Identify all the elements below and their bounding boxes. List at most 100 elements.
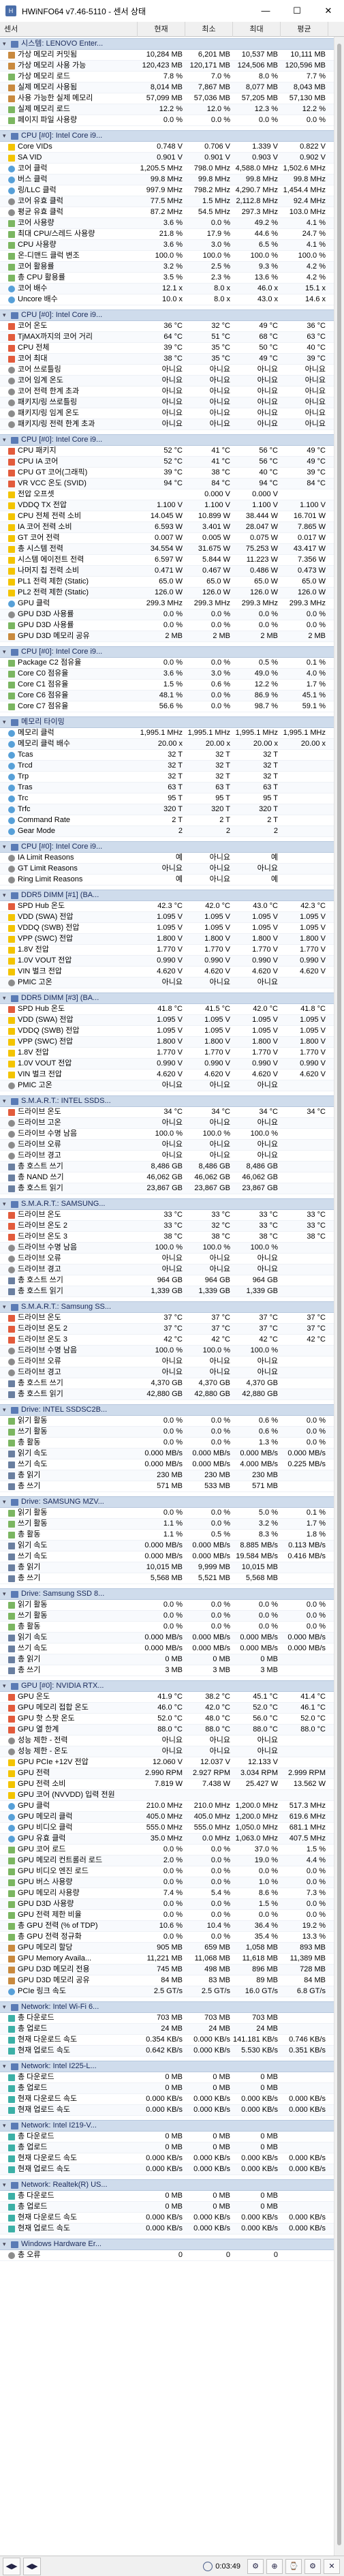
sensor-row[interactable]: Core C6 점유율 48.1 % 0.0 % 86.9 % 45.1 % <box>0 691 334 701</box>
sensor-row[interactable]: 총 호스트 읽기 23,867 GB 23,867 GB 23,867 GB <box>0 1183 334 1194</box>
add-button[interactable]: ⊕ <box>266 2558 283 2574</box>
column-header-sensor[interactable]: 센서 <box>0 21 138 37</box>
sensor-row[interactable]: PL2 전력 제한 (Static) 126.0 W 126.0 W 126.0 W1… <box>0 588 334 598</box>
sensor-row[interactable]: Core C7 점유율 56.6 % 0.0 % 98.7 % 59.1 % <box>0 701 334 712</box>
sensor-row[interactable]: CPU 전체 39 °C 35 °C 50 °C 40 °C <box>0 343 334 354</box>
nav-left-button[interactable]: ◀▶ <box>3 2557 20 2575</box>
nav-right-button[interactable]: ◀▶ <box>23 2557 41 2575</box>
sensor-row[interactable]: 총 쓰기 5,568 MB 5,521 MB 5,568 MB <box>0 1573 334 1584</box>
sensor-group-header[interactable]: ▾ S.M.A.R.T.: Samsung SS... <box>0 1301 334 1313</box>
sensor-row[interactable]: 총 읽기 10,015 MB 9,999 MB 10,015 MB <box>0 1562 334 1573</box>
sensor-group-header[interactable]: ▾ 시스템: LENOVO Enter... <box>0 38 334 50</box>
sensor-row[interactable]: 총 호스트 쓰기 4,370 GB 4,370 GB 4,370 GB <box>0 1378 334 1389</box>
sensor-row[interactable]: 현재 다운로드 속도 0.354 KB/s 0.000 KB/s 141.181 KB… <box>0 2035 334 2046</box>
sensor-row[interactable]: GPU 비디오 엔진 로드 0.0 % 0.0 % 0.0 % 0.0 % <box>0 1866 334 1877</box>
sensor-row[interactable]: 총 NAND 쓰기 46,062 GB 46,062 GB 46,062 GB <box>0 1172 334 1183</box>
sensor-row[interactable]: 드라이브 수명 남음 100.0 % 100.0 % 100.0 % <box>0 1346 334 1357</box>
sensor-row[interactable]: 링/LLC 클럭 997.9 MHz 798.2 MHz 4,290.7 MHz 1,4… <box>0 185 334 196</box>
sensor-row[interactable]: 읽기 속도 0.000 MB/s 0.000 MB/s 8.885 MB/s 0.113… <box>0 1541 334 1551</box>
sensor-row[interactable]: GPU Memory Availa... 11,221 MB 11,068 MB 11… <box>0 1954 334 1965</box>
sensor-row[interactable]: VPP (SWC) 전압 1.800 V 1.800 V 1.800 V 1.800 V <box>0 1037 334 1048</box>
sensor-row[interactable]: 페이지 파일 사용량 0.0 % 0.0 % 0.0 % 0.0 % <box>0 115 334 126</box>
sensor-row[interactable]: CPU 전체 전력 소비 14.045 W 10.899 W 38.444 W 16.7… <box>0 511 334 522</box>
sensor-row[interactable]: VDDQ (SWB) 전압 1.095 V 1.095 V 1.095 V 1.095 … <box>0 1026 334 1037</box>
sensor-row[interactable]: PMIC 고온 아니요 아니요 아니요 <box>0 1080 334 1091</box>
sensor-row[interactable]: PMIC 고온 아니요 아니요 아니요 <box>0 978 334 988</box>
collapse-toggle-icon[interactable]: ▾ <box>3 2180 10 2190</box>
sensor-row[interactable]: GPU 코어 (NVVDD) 입력 전원 <box>0 1790 334 1801</box>
sensor-row[interactable]: 현재 다운로드 속도 0.000 KB/s 0.000 KB/s 0.000 KB/s… <box>0 2094 334 2105</box>
sensor-row[interactable]: 총 오류 0 0 0 <box>0 2250 334 2261</box>
sensor-group-header[interactable]: ▾ Drive: Samsung SSD 8... <box>0 1588 334 1600</box>
maximize-button[interactable]: ☐ <box>281 0 313 22</box>
sensor-row[interactable]: 총 호스트 읽기 42,880 GB 42,880 GB 42,880 GB <box>0 1389 334 1400</box>
sensor-row[interactable]: Core C1 점유율 1.5 % 0.6 % 12.2 % 1.7 % <box>0 680 334 691</box>
sensor-row[interactable]: 코어 사용량 3.6 % 0.0 % 49.2 % 4.1 % <box>0 218 334 229</box>
sensor-row[interactable]: 읽기 활동 0.0 % 0.0 % 0.6 % 0.0 % <box>0 1416 334 1427</box>
sensor-row[interactable]: 코어 온도 36 °C 32 °C 49 °C 36 °C <box>0 321 334 332</box>
sensor-group-header[interactable]: ▾ S.M.A.R.T.: INTEL SSDS... <box>0 1095 334 1107</box>
column-header-max[interactable]: 최대 <box>233 21 281 37</box>
sensor-row[interactable]: 총 호스트 쓰기 8,486 GB 8,486 GB 8,486 GB <box>0 1162 334 1172</box>
sensor-row[interactable]: 쓰기 활동 1.1 % 0.0 % 3.2 % 1.7 % <box>0 1519 334 1530</box>
sensor-row[interactable]: CPU GT 코어(그래픽) 39 °C 38 °C 40 °C 39 °C <box>0 468 334 479</box>
sensor-row[interactable]: 사용 가능한 실제 메모리 57,099 MB 57,036 MB 57,205 MB… <box>0 93 334 104</box>
sensor-group-header[interactable]: ▾ 메모리 타이밍 <box>0 716 334 728</box>
sensor-row[interactable]: 드라이브 오류 아니요 아니요 아니요 <box>0 1357 334 1367</box>
sensor-row[interactable]: 패키지/링 임계 온도 아니요 아니요 아니요 아니요 <box>0 408 334 419</box>
sensor-group-header[interactable]: ▾ DDR5 DIMM [#1] (BA... <box>0 890 334 901</box>
sensor-row[interactable]: 가상 메모리 커밋됨 10,284 MB 6,201 MB 10,537 MB 10,1… <box>0 50 334 61</box>
sensor-row[interactable]: GPU 클럭 210.0 MHz 210.0 MHz 1,200.0 MHz 517.3… <box>0 1801 334 1812</box>
collapse-toggle-icon[interactable]: ▾ <box>3 890 10 900</box>
sensor-row[interactable]: VDD (SWA) 전압 1.095 V 1.095 V 1.095 V 1.095 V <box>0 912 334 923</box>
close-sensors-button[interactable]: ✕ <box>324 2558 340 2574</box>
collapse-toggle-icon[interactable]: ▾ <box>3 310 10 320</box>
sensor-row[interactable]: 가상 메모리 로드 7.8 % 7.0 % 8.0 % 7.7 % <box>0 72 334 82</box>
collapse-toggle-icon[interactable]: ▾ <box>3 131 10 141</box>
sensor-group-header[interactable]: ▾ CPU [#0]: Intel Core i9... <box>0 841 334 853</box>
sensor-row[interactable]: 1.0V VOUT 전압 0.990 V 0.990 V 0.990 V 0.990 V <box>0 956 334 967</box>
sensor-row[interactable]: GPU 온도 41.9 °C 38.2 °C 45.1 °C 41.4 °C <box>0 1692 334 1703</box>
sensor-row[interactable]: GPU D3D 사용률 0.0 % 0.0 % 0.0 % 0.0 % <box>0 620 334 631</box>
collapse-toggle-icon[interactable]: ▾ <box>3 2061 10 2072</box>
sensor-row[interactable]: 시스템 에이전트 전력 6.597 W 5.844 W 11.223 W 7.356 W <box>0 555 334 566</box>
sensor-row[interactable]: 총 업로드 0 MB 0 MB 0 MB <box>0 2142 334 2153</box>
settings-button[interactable]: ⚙ <box>304 2558 321 2574</box>
sensor-row[interactable]: Trc 95 T 95 T 95 T <box>0 793 334 804</box>
sensor-group-header[interactable]: ▾ Network: Intel I225-L... <box>0 2061 334 2072</box>
sensor-row[interactable]: VIN 벌크 전압 4.620 V 4.620 V 4.620 V 4.620 V <box>0 1070 334 1080</box>
sensor-row[interactable]: SPD Hub 온도 42.3 °C 42.0 °C 43.0 °C 42.3 °C <box>0 901 334 912</box>
sensor-row[interactable]: 총 업로드 0 MB 0 MB 0 MB <box>0 2202 334 2213</box>
sensor-row[interactable]: 코어 임계 온도 아니요 아니요 아니요 아니요 <box>0 376 334 387</box>
sensor-row[interactable]: GPU D3D 사용량 0.0 % 0.0 % 1.5 % 0.0 % <box>0 1899 334 1910</box>
sensor-row[interactable]: 총 활동 1.1 % 0.5 % 8.3 % 1.8 % <box>0 1530 334 1541</box>
sensor-row[interactable]: 드라이브 온도 3 42 °C 42 °C 42 °C 42 °C <box>0 1335 334 1346</box>
sensor-row[interactable]: 총 다운로드 703 MB 703 MB 703 MB <box>0 2013 334 2024</box>
sensor-row[interactable]: 총 CPU 활용률 3.5 % 2.3 % 13.6 % 4.2 % <box>0 273 334 284</box>
sensor-group-header[interactable]: ▾ CPU [#0]: Intel Core i9... <box>0 646 334 658</box>
sensor-row[interactable]: 읽기 속도 0.000 MB/s 0.000 MB/s 0.000 MB/s 0.000… <box>0 1633 334 1643</box>
sensor-row[interactable]: GPU 핫 스팟 온도 52.0 °C 48.0 °C 56.0 °C 52.0 °C <box>0 1714 334 1725</box>
sensor-row[interactable]: 코어 전력 한계 초과 아니요 아니요 아니요 아니요 <box>0 387 334 397</box>
sensor-group-header[interactable]: ▾ GPU [#0]: NVIDIA RTX... <box>0 1680 334 1692</box>
sensor-row[interactable]: GPU 전력 2.990 RPM 2.927 RPM 3.034 RPM 2.999 R… <box>0 1768 334 1779</box>
sensor-row[interactable]: 드라이브 경고 아니요 아니요 아니요 <box>0 1367 334 1378</box>
sensor-row[interactable]: 총 업로드 24 MB 24 MB 24 MB <box>0 2024 334 2035</box>
sensor-row[interactable]: PCIe 링크 속도 2.5 GT/s 2.5 GT/s 16.0 GT/s 6.8 G… <box>0 1986 334 1997</box>
sensor-row[interactable]: VR VCC 온도 (SVID) 94 °C 84 °C 94 °C 84 °C <box>0 479 334 489</box>
sensor-row[interactable]: Gear Mode 2 2 2 <box>0 826 334 837</box>
sensor-row[interactable]: VIN 벌크 전압 4.620 V 4.620 V 4.620 V 4.620 V <box>0 967 334 978</box>
sensor-row[interactable]: 드라이브 경고 아니요 아니요 아니요 <box>0 1151 334 1162</box>
column-header-min[interactable]: 최소 <box>185 21 233 37</box>
sensor-row[interactable]: Ring Limit Reasons 예 아니요 예 <box>0 875 334 885</box>
sensor-row[interactable]: 총 읽기 0 MB 0 MB 0 MB <box>0 1654 334 1665</box>
sensor-row[interactable]: 읽기 활동 0.0 % 0.0 % 0.0 % 0.0 % <box>0 1600 334 1611</box>
sensor-row[interactable]: CPU 사용량 3.6 % 3.0 % 6.5 % 4.1 % <box>0 240 334 251</box>
sensor-row[interactable]: 총 읽기 230 MB 230 MB 230 MB <box>0 1470 334 1481</box>
sensor-row[interactable]: 총 다운로드 0 MB 0 MB 0 MB <box>0 2191 334 2202</box>
sensor-row[interactable]: GPU D3D 사용률 0.0 % 0.0 % 0.0 % 0.0 % <box>0 609 334 620</box>
sensor-row[interactable]: GPU 비디오 클럭 555.0 MHz 555.0 MHz 1,050.0 MHz 6… <box>0 1823 334 1834</box>
sensor-row[interactable]: 총 업로드 0 MB 0 MB 0 MB <box>0 2083 334 2094</box>
sensor-row[interactable]: CPU IA 코어 52 °C 41 °C 56 °C 49 °C <box>0 457 334 468</box>
sensor-row[interactable]: 드라이브 수명 남음 100.0 % 100.0 % 100.0 % <box>0 1243 334 1254</box>
